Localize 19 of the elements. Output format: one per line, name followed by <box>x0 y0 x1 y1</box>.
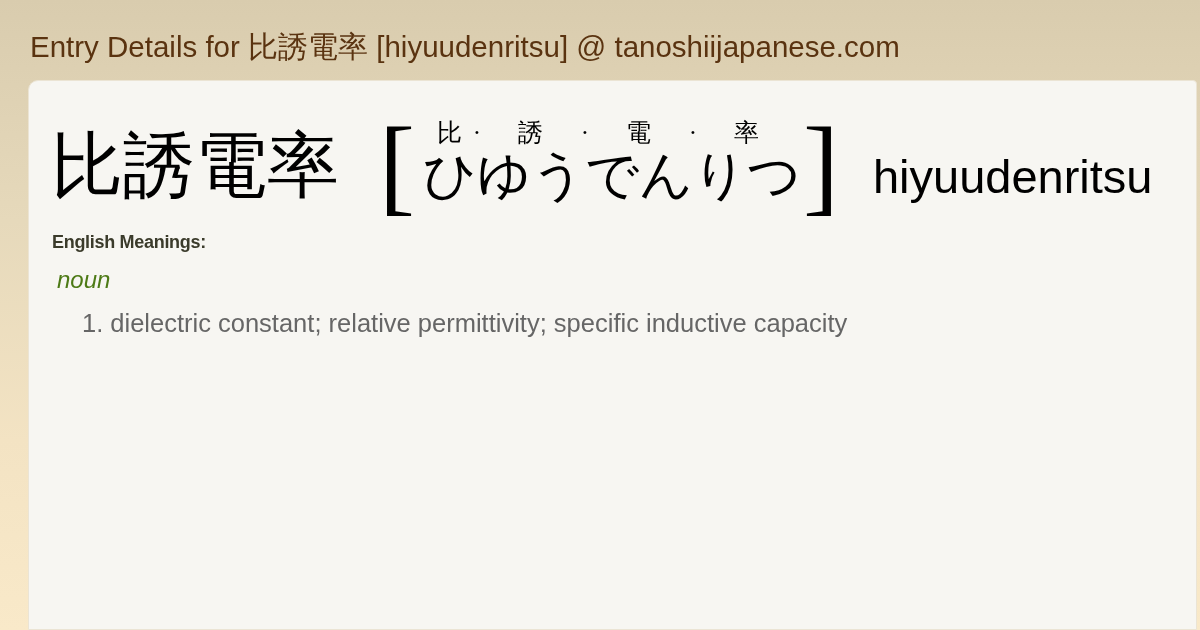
furigana-kanji: 比 <box>437 120 463 145</box>
part-of-speech: noun <box>57 265 111 295</box>
meanings-heading: English Meanings: <box>52 232 206 254</box>
furigana-kanji: 電 <box>626 120 652 145</box>
reading-separator: · <box>580 120 590 145</box>
page-title: Entry Details for 比誘電率 [hiyuudenritsu] @ tanoshiijapanese.com <box>30 32 900 62</box>
furigana-kanji: 誘 <box>518 120 544 145</box>
open-bracket: [ <box>379 112 415 220</box>
reading-separator: · <box>688 120 698 145</box>
reading-separator: · <box>472 120 482 145</box>
kana-reading: ゆう <box>476 149 585 202</box>
sense-number: 1. <box>82 308 104 339</box>
kana-reading: ひ <box>422 149 477 202</box>
sense-text: dielectric constant; relative permittivity; specific inductive capacity <box>110 308 848 339</box>
close-bracket: ] <box>802 112 839 220</box>
kana-reading: りつ <box>692 149 801 202</box>
headword: 比誘電率 <box>51 130 339 202</box>
furigana-kanji: 率 <box>734 120 760 145</box>
kana-reading: でん <box>584 149 693 202</box>
